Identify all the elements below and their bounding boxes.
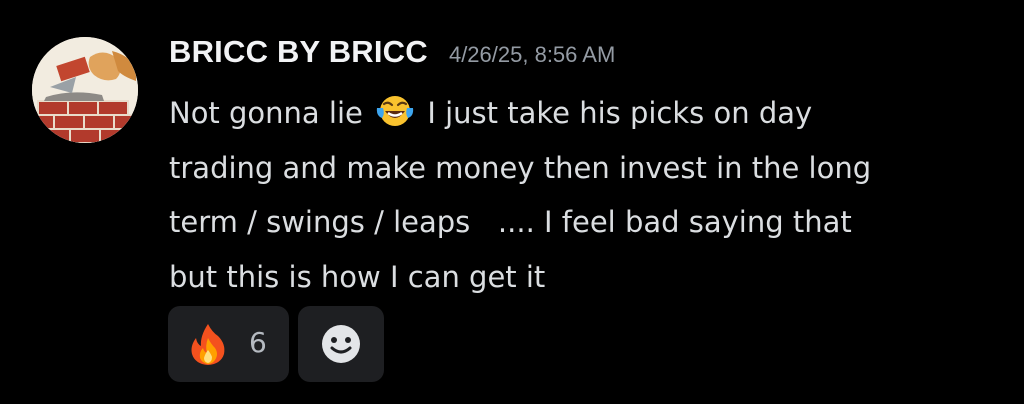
message-line: trading and make money then invest in th… — [169, 150, 872, 185]
chat-message: BRICC BY BRICC 4/26/25, 8:56 AM Not gonn… — [0, 0, 1024, 404]
message-line: but this is how I can get it — [169, 259, 546, 294]
message-text: I just take his picks on day — [427, 96, 813, 130]
user-avatar[interactable] — [32, 37, 138, 143]
message-text: Not gonna lie — [169, 96, 363, 130]
message-line: term / swings / leaps .... I feel bad sa… — [169, 205, 852, 239]
add-reaction-button[interactable] — [298, 306, 384, 382]
reaction-count: 6 — [249, 326, 267, 359]
message-content: Not gonna lie I just take his picks on d… — [169, 86, 989, 304]
fire-emoji-icon — [188, 322, 228, 366]
smiley-face-icon — [320, 323, 362, 365]
fire-reaction-button[interactable]: 6 — [168, 306, 289, 382]
message-header: BRICC BY BRICC 4/26/25, 8:56 AM — [169, 34, 615, 70]
face-with-tears-of-joy-emoji-icon — [375, 94, 415, 128]
message-line: Not gonna lie I just take his picks on d… — [169, 86, 989, 141]
timestamp: 4/26/25, 8:56 AM — [448, 42, 616, 67]
bricklayer-avatar-icon — [32, 37, 138, 143]
username[interactable]: BRICC BY BRICC — [169, 34, 428, 69]
